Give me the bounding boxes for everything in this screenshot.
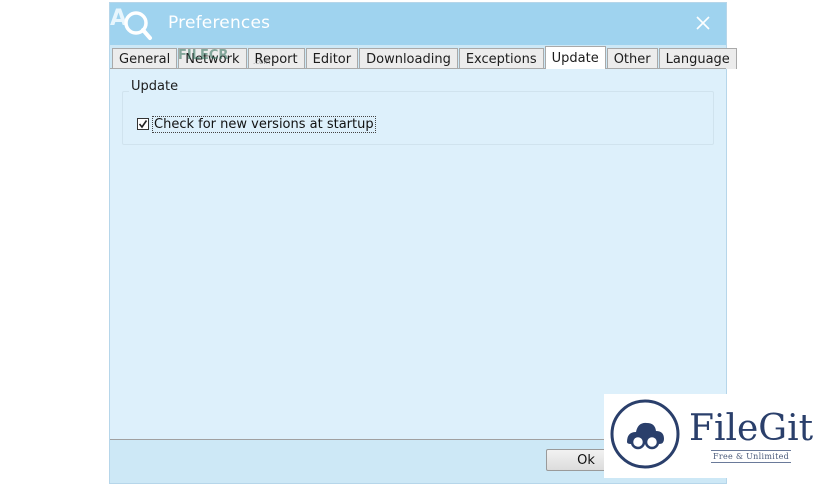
close-icon xyxy=(696,15,710,34)
tab-exceptions[interactable]: Exceptions xyxy=(458,48,544,69)
tab-update[interactable]: Update xyxy=(544,46,606,69)
check-startup-option[interactable]: Check for new versions at startup xyxy=(137,115,376,133)
svg-text:A: A xyxy=(110,6,127,31)
magnifier-logo-icon: A xyxy=(110,3,158,45)
window-title: Preferences xyxy=(168,13,271,33)
tab-network[interactable]: Network xyxy=(178,48,247,69)
tab-report[interactable]: Report xyxy=(247,48,305,69)
filegit-watermark: FileGit Free & Unlimited xyxy=(604,394,836,478)
close-button[interactable] xyxy=(680,3,726,45)
title-bar[interactable]: A Preferences xyxy=(110,3,726,45)
tab-general[interactable]: General xyxy=(112,48,178,69)
tab-strip: General Network Report Editor Downloadin… xyxy=(112,46,738,69)
filegit-tagline: Free & Unlimited xyxy=(710,450,792,463)
tab-language[interactable]: Language xyxy=(658,48,737,69)
update-tab-panel: Update Check for new versions at startup xyxy=(110,68,726,440)
tab-downloading[interactable]: Downloading xyxy=(359,48,458,69)
check-startup-checkbox[interactable] xyxy=(137,118,149,130)
tab-editor[interactable]: Editor xyxy=(305,48,359,69)
update-group-label: Update xyxy=(129,79,181,94)
filegit-logo-icon xyxy=(609,398,681,474)
check-startup-label: Check for new versions at startup xyxy=(152,115,376,133)
filegit-wordmark: FileGit Free & Unlimited xyxy=(689,409,813,463)
checkmark-icon xyxy=(138,120,148,129)
tab-other[interactable]: Other xyxy=(606,48,658,69)
filegit-name: FileGit xyxy=(689,408,814,449)
update-group-box: Update Check for new versions at startup xyxy=(122,79,714,145)
